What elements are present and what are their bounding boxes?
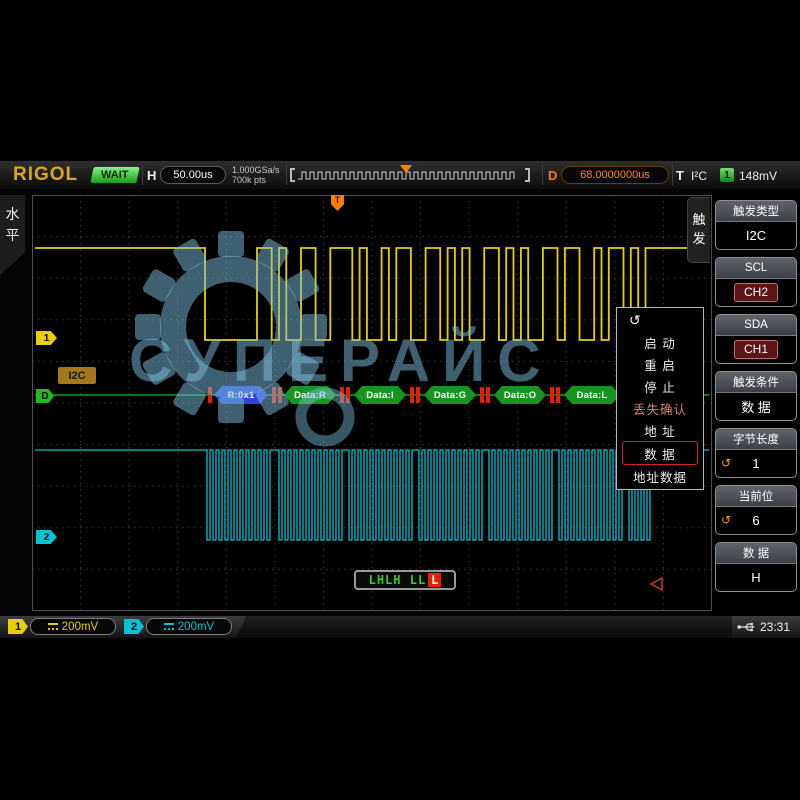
frame-marker bbox=[278, 387, 282, 403]
memory-depth: 700k pts bbox=[232, 175, 280, 185]
ch2-scale-readout[interactable]: 200mV bbox=[146, 618, 232, 635]
menu-label: 当前位 bbox=[716, 486, 796, 507]
trigger-type-readout: I²C bbox=[691, 169, 707, 183]
knob-icon: ↺ bbox=[617, 310, 703, 332]
menu-item-data[interactable]: 数 据 bbox=[622, 441, 698, 465]
menu-label: 数 据 bbox=[716, 543, 796, 564]
menu-label: 字节长度 bbox=[716, 429, 796, 450]
clock: 23:31 bbox=[760, 620, 790, 634]
oscilloscope-screen: RIGOL WAIT H 50.00us 1.000GSa/s 700k pts… bbox=[0, 161, 800, 638]
timebase-readout: 50.00us bbox=[160, 166, 226, 184]
main-display: 水平 R:0x1 Data:R Data:I Data:G Data:O Dat… bbox=[0, 189, 800, 616]
menu-scl-source[interactable]: SCL CH2 bbox=[715, 257, 797, 307]
ch1-scale-readout[interactable]: 200mV bbox=[30, 618, 116, 635]
frame-marker bbox=[410, 387, 414, 403]
frame-marker bbox=[556, 387, 560, 403]
menu-item-missing-ack[interactable]: 丢失确认 bbox=[617, 398, 703, 420]
frame-marker bbox=[340, 387, 344, 403]
ch1-coupling-icon bbox=[48, 623, 58, 630]
i2c-data-frame: Data:O bbox=[494, 386, 546, 404]
i2c-data-frame: Data:G bbox=[424, 386, 476, 404]
menu-label: 触发类型 bbox=[716, 201, 796, 222]
frame-marker bbox=[272, 387, 276, 403]
trigger-source-badge: 1 bbox=[720, 168, 734, 182]
pattern-bits: LHLH LL bbox=[369, 573, 427, 587]
frame-marker bbox=[208, 387, 212, 403]
channel-status-bar: 1 200mV 2 200mV 23:31 bbox=[0, 616, 800, 638]
menu-value: H bbox=[751, 570, 760, 585]
menu-current-bit[interactable]: 当前位 ↺ 6 bbox=[715, 485, 797, 535]
trigger-position-marker[interactable] bbox=[400, 165, 412, 173]
menu-item-address[interactable]: 地 址 bbox=[617, 419, 703, 441]
menu-item-address-data[interactable]: 地址数据 bbox=[617, 465, 703, 487]
sample-rate: 1.000GSa/s bbox=[232, 165, 280, 175]
ch1-badge[interactable]: 1 bbox=[8, 619, 28, 634]
menu-value: 6 bbox=[752, 513, 759, 528]
trigger-menu-tab[interactable]: 触发 bbox=[687, 197, 710, 263]
menu-byte-length[interactable]: 字节长度 ↺ 1 bbox=[715, 428, 797, 478]
horizontal-position-indicator[interactable] bbox=[290, 166, 530, 184]
menu-data-value[interactable]: 数 据 H bbox=[715, 542, 797, 592]
knob-icon: ↺ bbox=[721, 514, 731, 526]
divider bbox=[542, 165, 543, 185]
knob-icon: ↺ bbox=[721, 457, 731, 469]
run-status-text: WAIT bbox=[101, 169, 129, 181]
divider bbox=[286, 165, 287, 185]
menu-sda-source[interactable]: SDA CH1 bbox=[715, 314, 797, 364]
waveform-display: R:0x1 Data:R Data:I Data:G Data:O Data:L… bbox=[32, 195, 712, 611]
horizontal-label: H bbox=[147, 168, 156, 183]
status-bar: RIGOL WAIT H 50.00us 1.000GSa/s 700k pts… bbox=[0, 161, 800, 189]
frame-marker bbox=[346, 387, 350, 403]
delay-label: D bbox=[548, 168, 557, 183]
usb-icon bbox=[737, 621, 757, 633]
ch2-badge[interactable]: 2 bbox=[124, 619, 144, 634]
acquisition-info: 1.000GSa/s 700k pts bbox=[232, 165, 280, 185]
ch1-scale: 200mV bbox=[62, 621, 98, 633]
run-status-badge: WAIT bbox=[90, 167, 139, 183]
menu-label: SCL bbox=[716, 258, 796, 279]
menu-trigger-condition[interactable]: 触发条件 数 据 bbox=[715, 371, 797, 421]
menu-value: I2C bbox=[746, 228, 766, 243]
horizontal-menu-tab[interactable]: 水平 bbox=[0, 195, 25, 275]
memory-bar-right-bracket bbox=[525, 168, 530, 182]
frame-marker bbox=[486, 387, 490, 403]
pattern-active-bit: L bbox=[428, 573, 441, 587]
ch2-coupling-icon bbox=[164, 623, 174, 630]
delay-readout: 68.0000000us bbox=[561, 166, 669, 184]
frame-marker bbox=[480, 387, 484, 403]
decode-bus-label: I2C bbox=[58, 367, 96, 384]
menu-value: CH1 bbox=[734, 340, 778, 359]
menu-item-restart[interactable]: 重 启 bbox=[617, 354, 703, 376]
i2c-data-frame: Data:R bbox=[284, 386, 336, 404]
frame-marker bbox=[550, 387, 554, 403]
divider bbox=[142, 165, 143, 185]
trigger-condition-menu: ↺ 启 动 重 启 停 止 丢失确认 地 址 数 据 地址数据 bbox=[616, 307, 704, 490]
menu-value: 1 bbox=[752, 456, 759, 471]
menu-trigger-type[interactable]: 触发类型 I2C bbox=[715, 200, 797, 250]
i2c-data-frame: Data:I bbox=[354, 386, 406, 404]
trigger-pattern-indicator: LHLH LLL bbox=[354, 570, 456, 590]
menu-label: 触发条件 bbox=[716, 372, 796, 393]
menu-label: SDA bbox=[716, 315, 796, 336]
menu-item-stop[interactable]: 停 止 bbox=[617, 376, 703, 398]
frame-marker bbox=[416, 387, 420, 403]
statusbar-shade bbox=[236, 616, 732, 638]
menu-value: CH2 bbox=[734, 283, 778, 302]
menu-value: 数 据 bbox=[741, 397, 771, 416]
ch2-scale: 200mV bbox=[178, 621, 214, 633]
i2c-data-frame: Data:L bbox=[564, 386, 620, 404]
divider bbox=[672, 165, 673, 185]
trigger-softkey-menu: 触发类型 I2C SCL CH2 SDA CH1 触发条件 数 据 字节长度 ↺… bbox=[712, 189, 800, 616]
trigger-label: T bbox=[676, 168, 684, 183]
menu-item-start[interactable]: 启 动 bbox=[617, 332, 703, 354]
i2c-address-frame: R:0x1 bbox=[214, 386, 268, 404]
trigger-level-readout: 148mV bbox=[739, 169, 777, 183]
rigol-logo: RIGOL bbox=[13, 164, 78, 186]
